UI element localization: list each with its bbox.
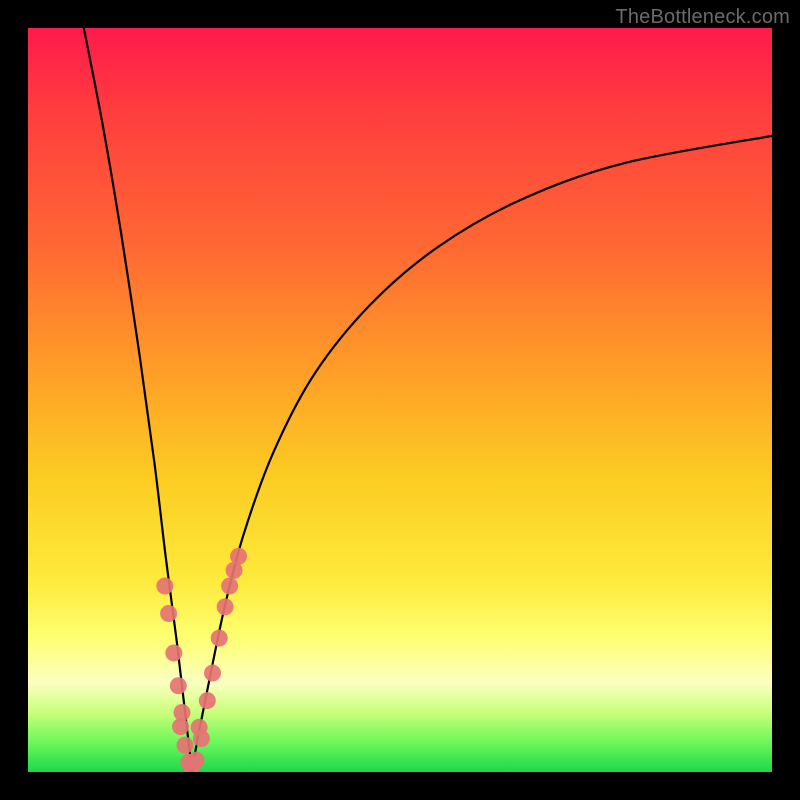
scatter-point [165, 644, 182, 661]
chart-frame: TheBottleneck.com [0, 0, 800, 800]
scatter-point [230, 548, 247, 565]
series-right-branch [192, 136, 772, 772]
line-right-branch [192, 136, 772, 772]
scatter-point [191, 719, 208, 736]
chart-svg [28, 28, 772, 772]
scatter-point [221, 578, 238, 595]
scatter-point [211, 630, 228, 647]
scatter-point [160, 605, 177, 622]
plot-area [28, 28, 772, 772]
series-dots-right [188, 548, 247, 769]
series-dots-left [156, 578, 200, 773]
scatter-point [217, 598, 234, 615]
scatter-point [199, 692, 216, 709]
scatter-point [176, 737, 193, 754]
scatter-point [172, 718, 189, 735]
scatter-point [204, 665, 221, 682]
scatter-point [170, 677, 187, 694]
watermark-text: TheBottleneck.com [615, 6, 790, 29]
scatter-point [156, 578, 173, 595]
scatter-point [188, 752, 205, 769]
